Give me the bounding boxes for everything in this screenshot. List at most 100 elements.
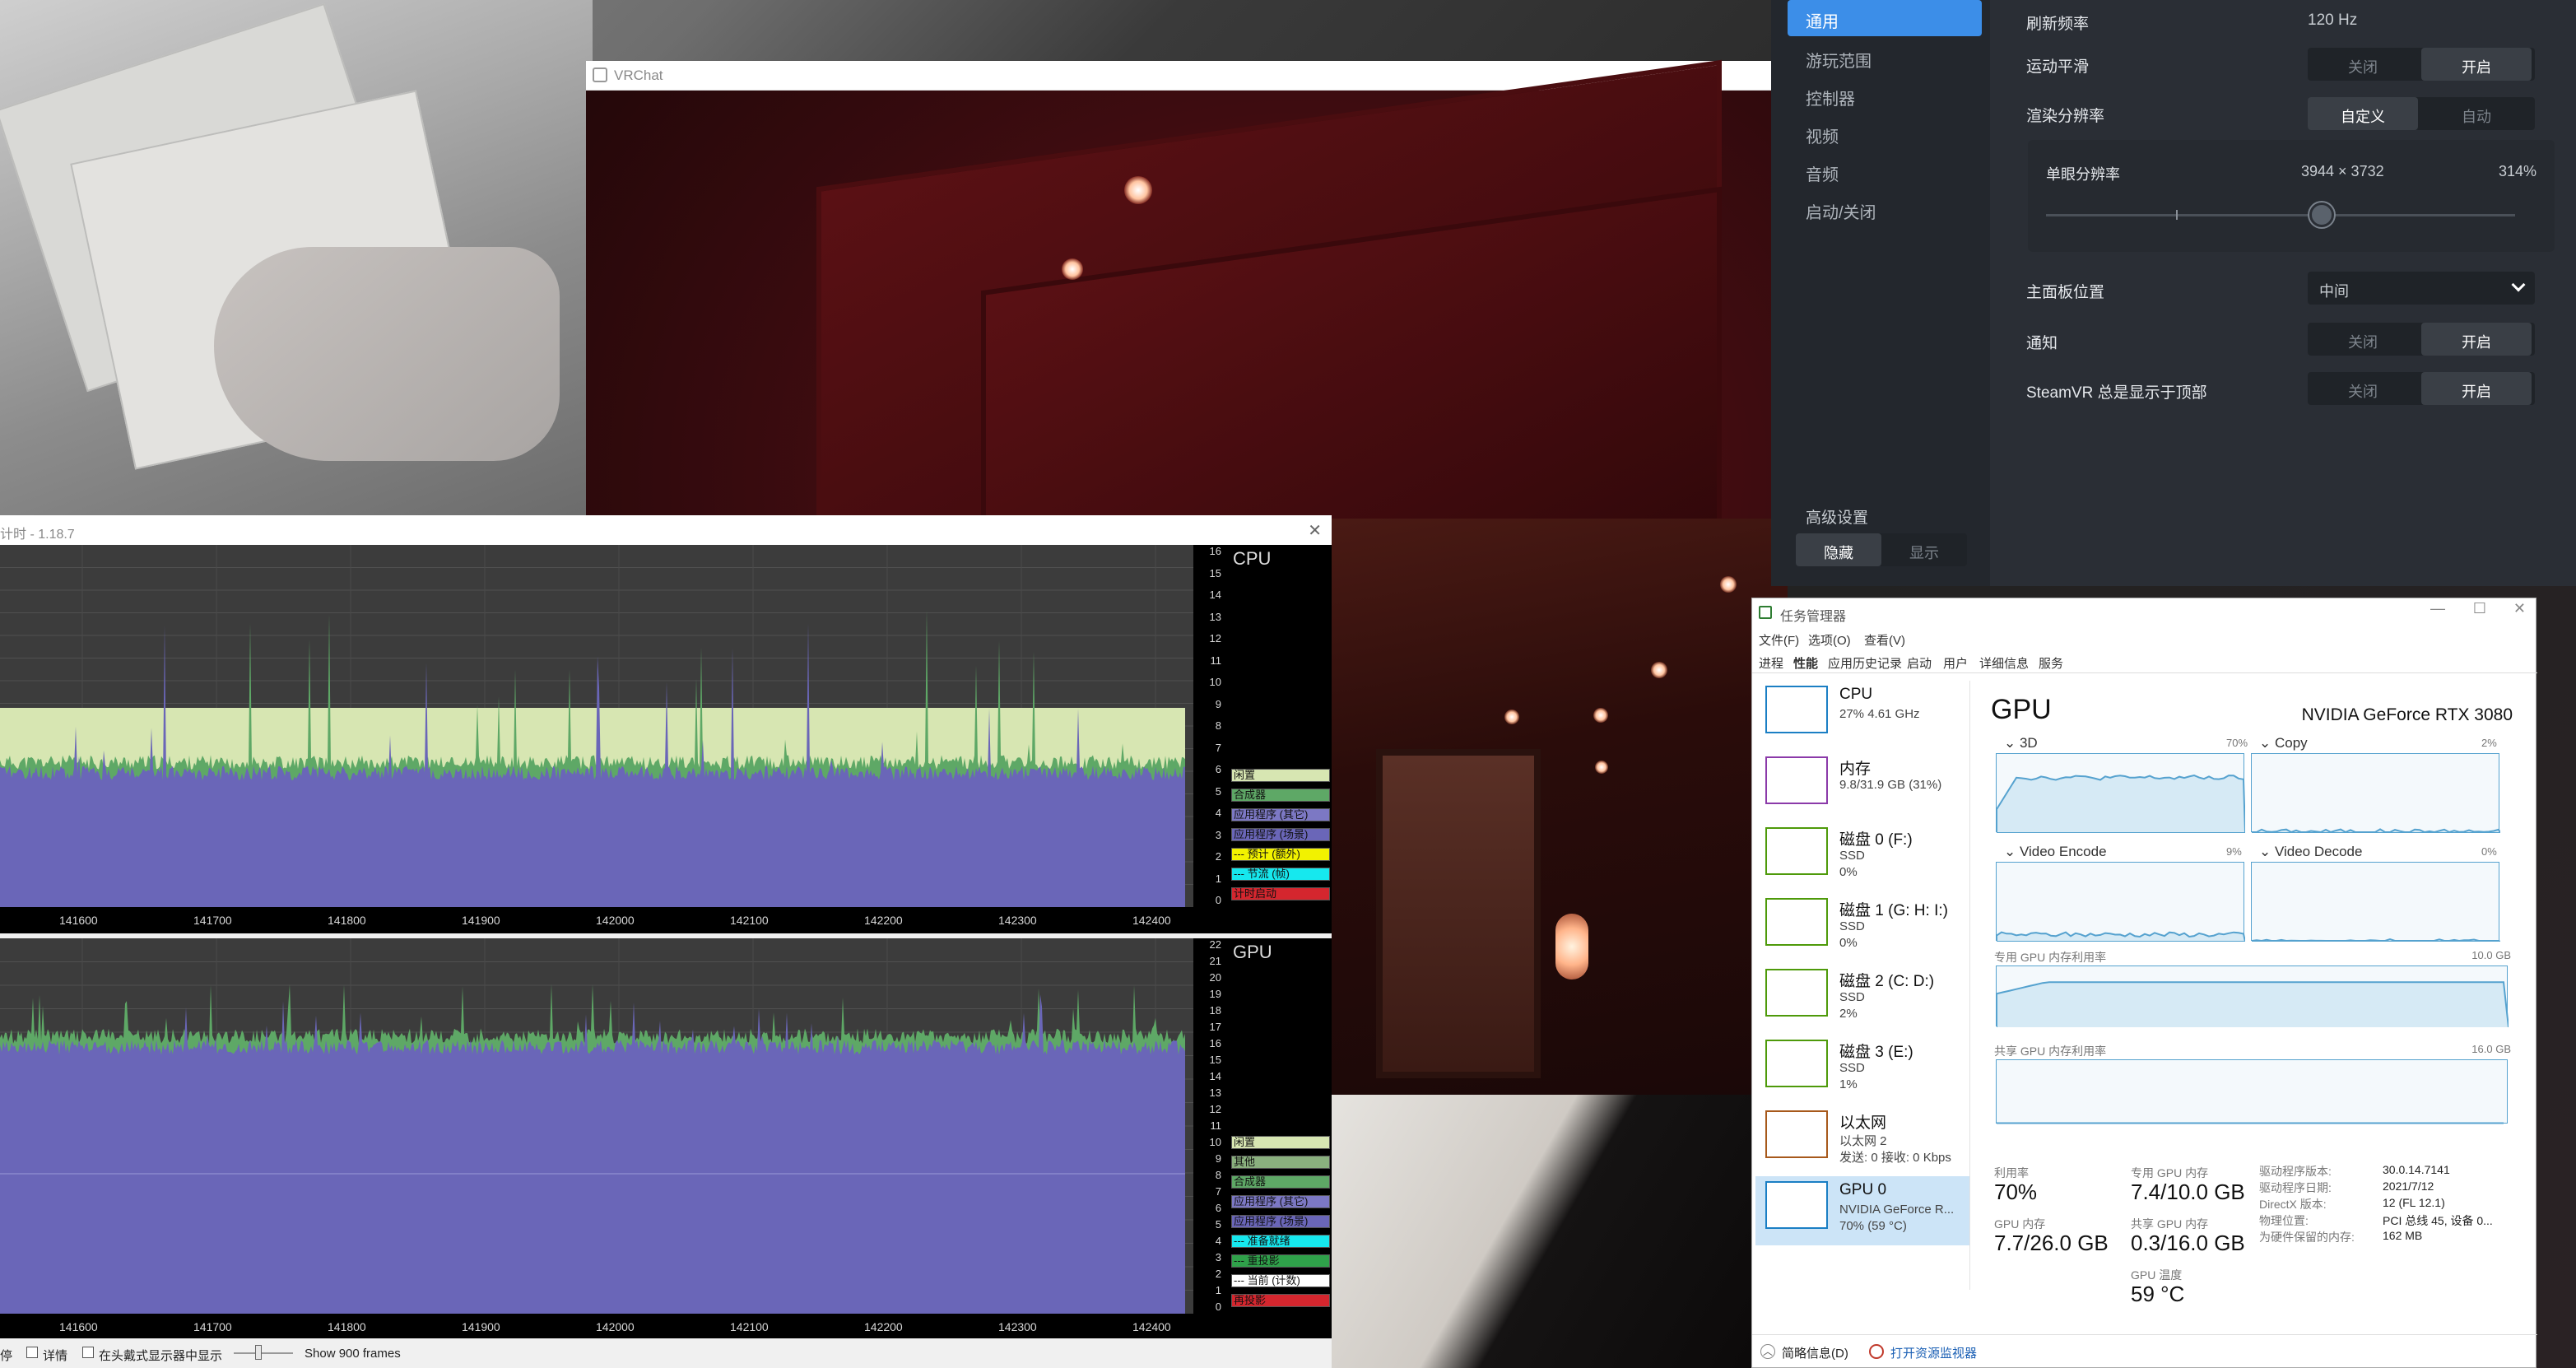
y-tick-label: 0	[1215, 1301, 1221, 1313]
x-tick-label: 141900	[462, 1320, 500, 1333]
window-titlebar[interactable]: 计时 - 1.18.7 ✕	[0, 515, 1332, 545]
ceiling-lamp	[1124, 176, 1152, 204]
per-eye-value: 3944 × 3732	[2301, 163, 2384, 179]
advanced-hide-option[interactable]: 隐藏	[1796, 533, 1881, 566]
x-tick-label: 141700	[193, 1320, 232, 1333]
motion-smoothing-label: 运动平滑	[2026, 58, 2090, 76]
y-tick-label: 11	[1210, 1119, 1222, 1132]
y-tick-label: 7	[1215, 741, 1221, 754]
notifications-toggle[interactable]: 关闭 开启	[2308, 323, 2535, 356]
brief-info-link[interactable]: 简略信息(D)	[1782, 1344, 1848, 1361]
legend-entry: 应用程序 (场景)	[1231, 1215, 1330, 1228]
frame-timing-window[interactable]: 计时 - 1.18.7 ✕ 16 15 14 13 12 11 10 9 8 7 6 5 4 3 2 1 0 C…	[0, 515, 1332, 1368]
toggle-off[interactable]: 关闭	[2308, 372, 2418, 405]
x-tick-label: 142300	[998, 1320, 1037, 1333]
y-tick-label: 5	[1215, 1218, 1221, 1231]
y-tick-label: 15	[1209, 1054, 1221, 1066]
toggle-on[interactable]: 开启	[2421, 372, 2532, 405]
sidebar-item-playarea[interactable]: 游玩范围	[1788, 40, 1982, 76]
vrchat-icon	[593, 67, 607, 82]
refresh-rate-value[interactable]: 120 Hz	[2308, 12, 2357, 30]
notifications-label: 通知	[2026, 335, 2058, 352]
legend-entry: --- 预计 (额外)	[1231, 848, 1330, 861]
open-resource-monitor-link[interactable]: 打开资源监视器	[1890, 1344, 1977, 1361]
ceiling-lamp	[1504, 710, 1519, 724]
y-tick-label: 14	[1209, 1070, 1221, 1082]
motion-smoothing-toggle[interactable]: 关闭 开启	[2308, 48, 2535, 81]
y-tick-label: 5	[1215, 784, 1221, 798]
legend-entry: 计时启动	[1231, 887, 1330, 900]
toggle-off[interactable]: 关闭	[2308, 323, 2418, 356]
wall-light	[1555, 914, 1588, 979]
legend-entry: 合成器	[1231, 1175, 1330, 1189]
dashboard-position-select[interactable]: 中间	[2308, 272, 2535, 305]
per-eye-resolution-panel: 单眼分辨率 3944 × 3732 314%	[2028, 140, 2555, 252]
legend-entry: --- 当前 (计数)	[1231, 1274, 1330, 1287]
sidebar-item-general[interactable]: 通用	[1788, 0, 1982, 36]
x-tick-label: 141600	[59, 1320, 98, 1333]
sidebar-item-audio[interactable]: 音频	[1788, 153, 1982, 189]
toggle-on[interactable]: 开启	[2421, 323, 2532, 356]
cpu-plot-area	[0, 545, 1193, 907]
legend-entry: 应用程序 (其它)	[1231, 808, 1330, 821]
render-resolution-label: 渲染分辨率	[2026, 108, 2105, 125]
sidebar-item-video[interactable]: 视频	[1788, 115, 1982, 151]
toggle-off[interactable]: 关闭	[2308, 48, 2418, 81]
legend-entry: --- 节流 (帧)	[1231, 868, 1330, 881]
close-icon[interactable]: ✕	[1308, 520, 1322, 541]
pause-label[interactable]: 停	[0, 1347, 12, 1364]
show-in-headset-label: 在头戴式显示器中显示	[99, 1349, 223, 1363]
resolution-slider-thumb[interactable]	[2309, 202, 2334, 227]
sidebar-item-startup[interactable]: 启动/关闭	[1788, 191, 1982, 227]
steamvr-settings[interactable]: 通用 游玩范围 控制器 视频 音频 启动/关闭 高级设置 隐藏 显示 刷新频率 …	[1771, 0, 2576, 586]
frames-slider-thumb[interactable]	[255, 1345, 262, 1360]
ceiling-lamp	[1720, 576, 1737, 593]
y-tick-label: 16	[1209, 1037, 1221, 1049]
info-value: 12 (FL 12.1)	[2383, 1196, 2445, 1209]
window-title: 计时 - 1.18.7	[0, 528, 75, 542]
y-tick-label: 4	[1215, 807, 1221, 819]
legend-entry: 应用程序 (场景)	[1231, 828, 1330, 841]
resource-monitor-icon	[1869, 1344, 1884, 1359]
chevron-up-icon[interactable]: ︿	[1760, 1344, 1775, 1359]
y-tick-label: 2	[1215, 850, 1221, 863]
y-tick-label: 2	[1215, 1268, 1221, 1280]
advanced-toggle[interactable]: 隐藏 显示	[1796, 533, 1967, 566]
frames-slider-track[interactable]	[234, 1352, 293, 1354]
y-tick-label: 17	[1209, 1021, 1221, 1033]
info-key: 驱动程序日期:	[2259, 1181, 2332, 1194]
legend-entry: 再投影	[1231, 1294, 1330, 1307]
legend-entry: 其他	[1231, 1156, 1330, 1169]
custom-option[interactable]: 自定义	[2308, 97, 2418, 130]
legend-entry: --- 重投影	[1231, 1254, 1330, 1268]
render-resolution-toggle[interactable]: 自定义 自动	[2308, 97, 2535, 130]
show-in-headset-checkbox[interactable]	[82, 1347, 94, 1358]
wallpaper-art	[1332, 1049, 1751, 1368]
y-tick-label: 1	[1215, 1284, 1221, 1296]
gpu-x-axis: 141600 141700 141800 141900 142000 142100 1422…	[0, 1317, 1193, 1338]
details-checkbox[interactable]	[26, 1347, 38, 1358]
frame-timing-footer: 停 详情 在头戴式显示器中显示 Show 900 frames	[0, 1338, 1332, 1368]
task-manager-window[interactable]: 任务管理器 — ☐ ✕ 文件(F) 选项(O) 查看(V) 进程 性能 应用历史…	[1751, 598, 2537, 1368]
x-tick-label: 142000	[596, 914, 635, 927]
sidebar-item-controllers[interactable]: 控制器	[1788, 77, 1982, 114]
ceiling-lamp	[1651, 662, 1667, 678]
always-on-top-label: SteamVR 总是显示于顶部	[2026, 384, 2207, 402]
auto-option[interactable]: 自动	[2421, 97, 2532, 130]
plot-svg	[0, 938, 1193, 1314]
y-tick-label: 10	[1209, 1136, 1221, 1148]
always-on-top-toggle[interactable]: 关闭 开启	[2308, 372, 2535, 405]
y-tick-label: 6	[1215, 763, 1221, 775]
y-tick-label: 6	[1215, 1202, 1221, 1214]
advanced-show-option[interactable]: 显示	[1881, 533, 1967, 566]
y-tick-label: 16	[1209, 545, 1221, 557]
info-value: 162 MB	[2383, 1229, 2423, 1242]
resolution-slider-track[interactable]	[2046, 214, 2515, 216]
toggle-on[interactable]: 开启	[2421, 48, 2532, 81]
info-value: PCI 总线 45, 设备 0...	[2383, 1214, 2493, 1227]
y-tick-label: 1	[1215, 872, 1221, 885]
window-title: VRChat	[614, 67, 663, 83]
y-tick-label: 9	[1215, 1152, 1221, 1165]
y-tick-label: 12	[1209, 1103, 1221, 1115]
x-tick-label: 142200	[864, 1320, 903, 1333]
